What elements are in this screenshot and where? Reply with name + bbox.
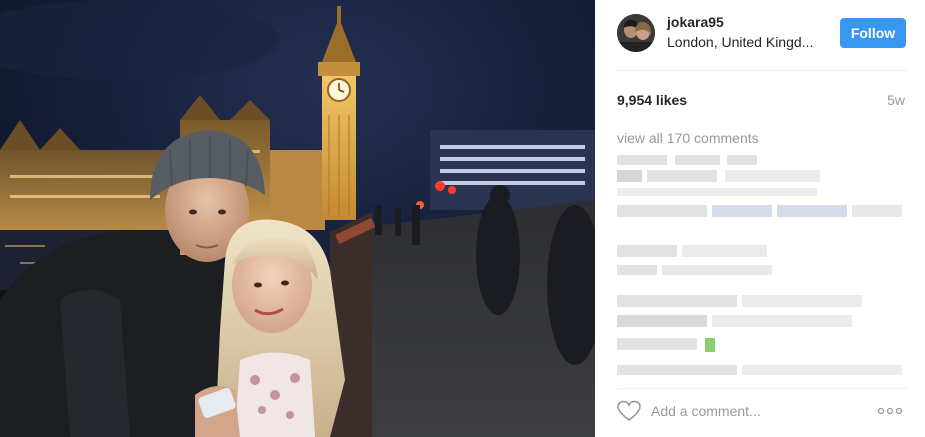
- likes-count[interactable]: 9,954 likes: [617, 92, 687, 108]
- avatar[interactable]: [617, 14, 655, 52]
- post-photo[interactable]: [0, 0, 595, 437]
- header-divider: [617, 70, 907, 71]
- heart-icon[interactable]: [617, 400, 641, 422]
- more-options-icon[interactable]: [877, 404, 903, 418]
- instagram-post: jokara95 London, United Kingd... Follow …: [0, 0, 925, 437]
- comment-divider: [617, 388, 907, 389]
- avatar-image: [617, 14, 655, 52]
- follow-button[interactable]: Follow: [840, 18, 906, 48]
- post-details-panel: jokara95 London, United Kingd... Follow …: [595, 0, 925, 437]
- view-all-comments-link[interactable]: view all 170 comments: [617, 130, 759, 146]
- selfie-big-ben-image: [0, 0, 595, 437]
- post-header: jokara95 London, United Kingd... Follow: [595, 0, 925, 70]
- location-link[interactable]: London, United Kingd...: [667, 34, 813, 50]
- username-link[interactable]: jokara95: [667, 14, 724, 30]
- comment-bar: [595, 388, 925, 437]
- obscured-comments: [617, 150, 917, 380]
- post-timestamp[interactable]: 5w: [887, 92, 905, 108]
- pixelated-comment-block: [617, 155, 902, 375]
- add-comment-input[interactable]: [651, 400, 851, 422]
